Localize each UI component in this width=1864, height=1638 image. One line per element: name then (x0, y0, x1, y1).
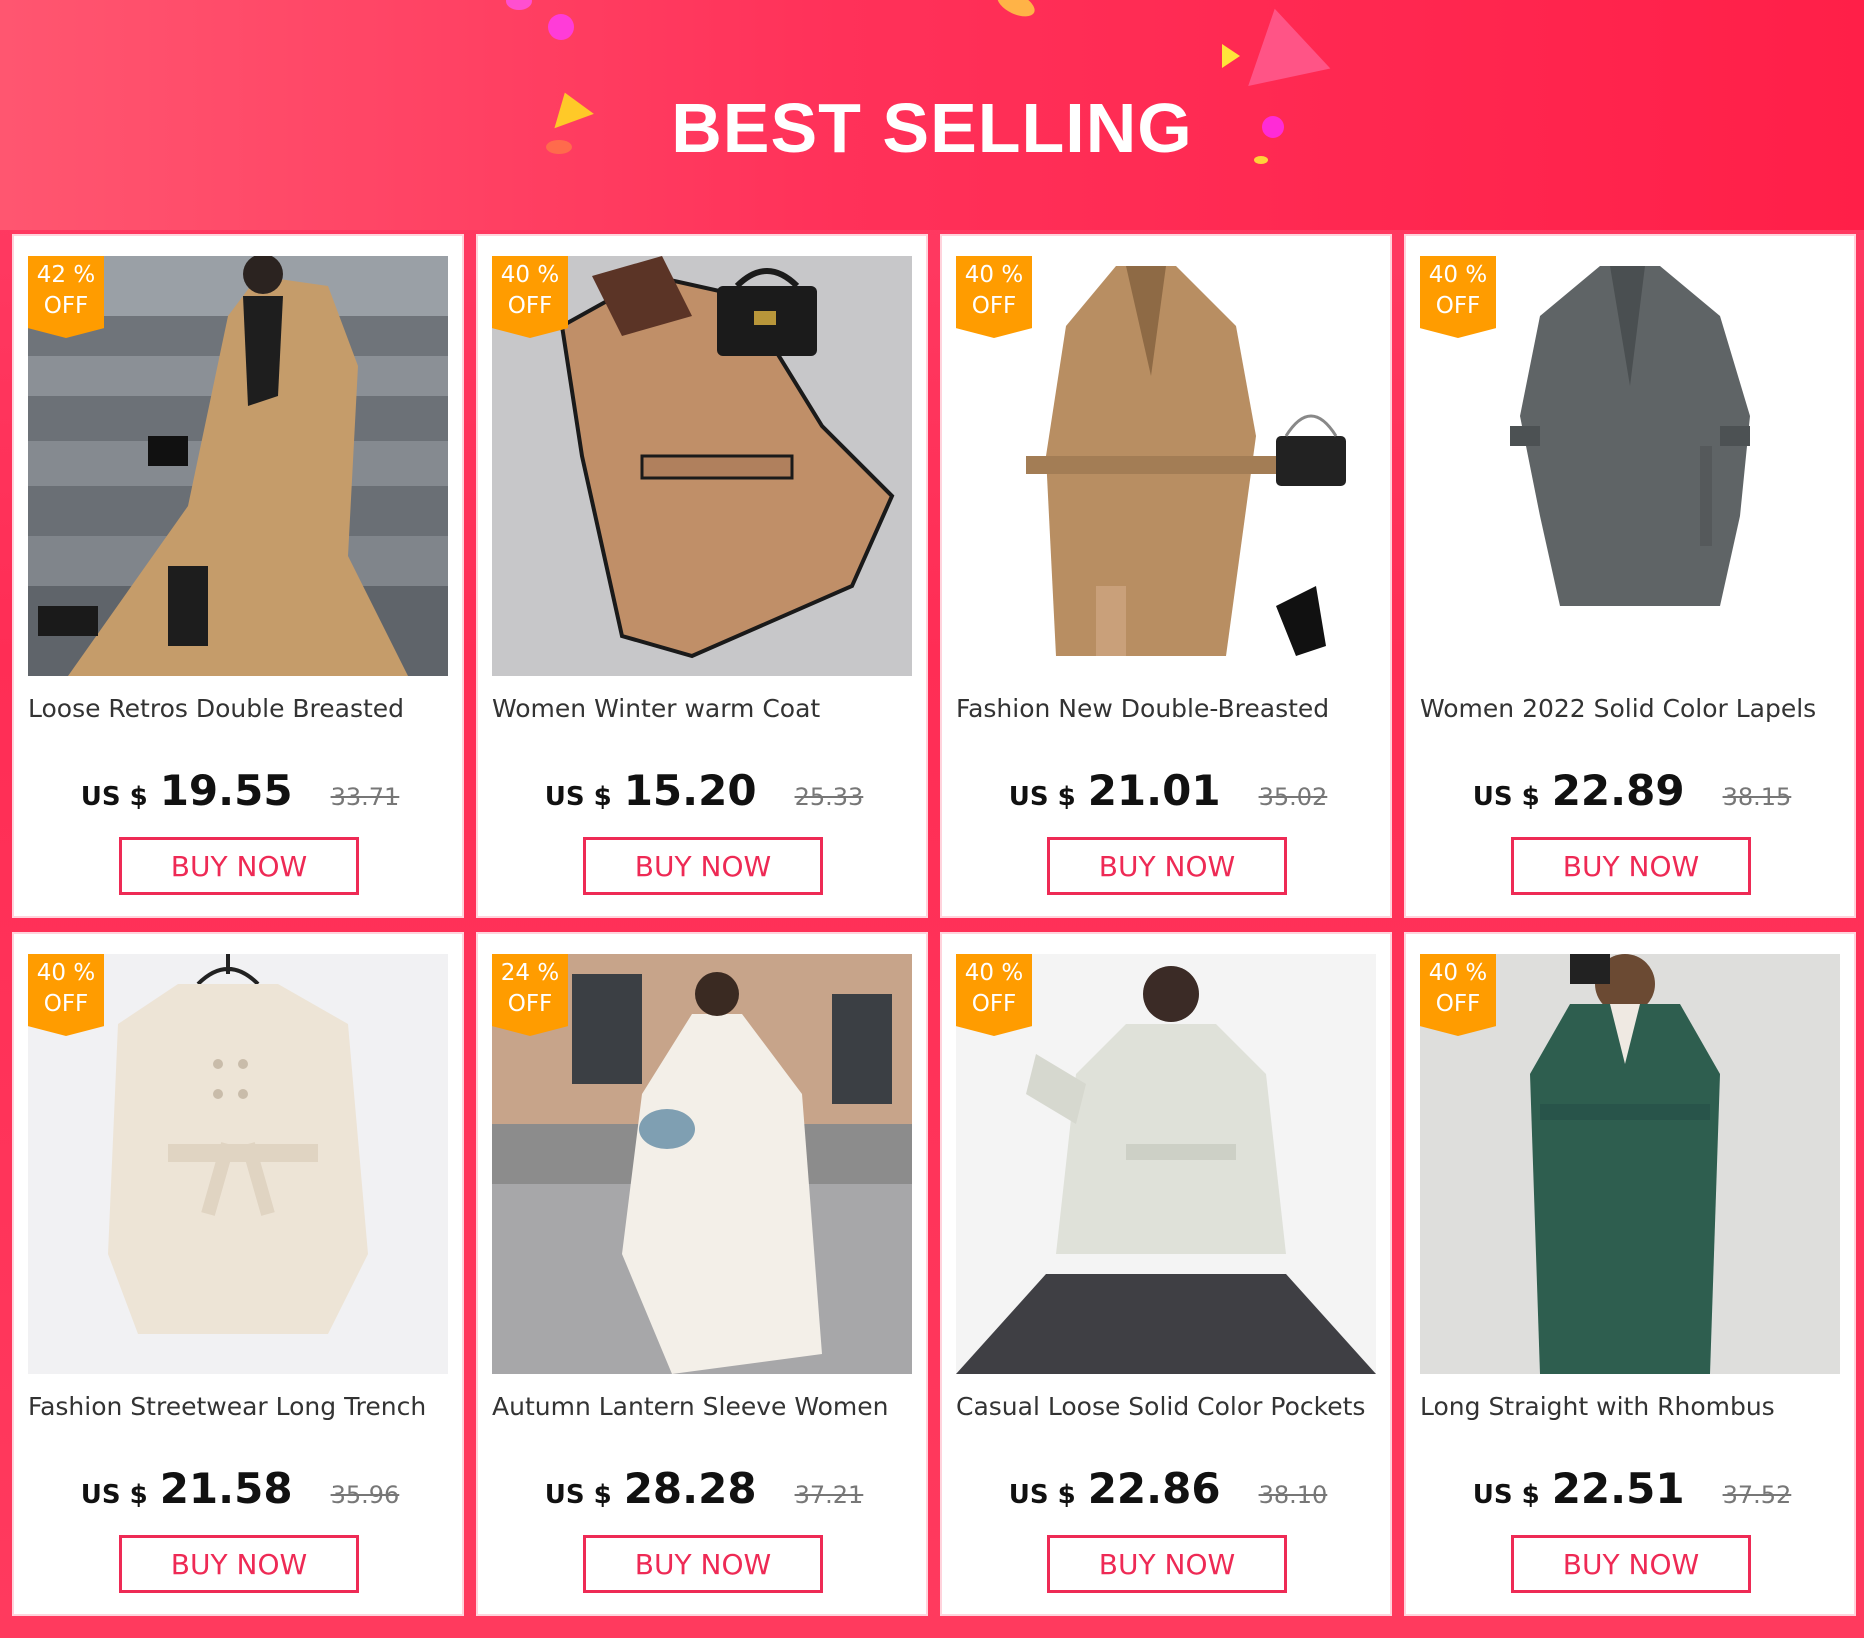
buy-now-button[interactable]: BUY NOW (119, 1535, 359, 1593)
original-price: 35.96 (330, 1481, 400, 1509)
discount-off-label: OFF (971, 991, 1017, 1017)
product-card[interactable]: 42 % OFF Loose Retros Double Breasted US… (12, 234, 464, 918)
discount-percent: 42 % (36, 262, 96, 288)
discount-off-label: OFF (507, 991, 553, 1017)
original-price: 25.33 (794, 783, 864, 811)
product-card[interactable]: 40 % OFF Women Winter warm Coat US $ 15.2… (476, 234, 928, 918)
original-price: 35.02 (1258, 783, 1328, 811)
confetti-decoration (1233, 0, 1331, 86)
price-row: US $ 21.01 35.02 (942, 766, 1394, 826)
original-price: 38.10 (1258, 1481, 1328, 1509)
confetti-decoration (1222, 44, 1240, 68)
product-grid: 42 % OFF Loose Retros Double Breasted US… (12, 234, 1856, 1616)
original-price: 37.21 (794, 1481, 864, 1509)
confetti-decoration (548, 14, 574, 40)
discount-percent: 40 % (500, 262, 560, 288)
sale-price: 15.20 (623, 766, 757, 815)
sale-price: 28.28 (623, 1464, 757, 1513)
sale-price: 22.51 (1551, 1464, 1685, 1513)
product-card[interactable]: 24 % OFF Autumn Lantern Sleeve Women US … (476, 932, 928, 1616)
discount-off-label: OFF (1435, 991, 1481, 1017)
discount-badge: 40 % OFF (492, 256, 568, 338)
price-row: US $ 19.55 33.71 (14, 766, 466, 826)
product-title[interactable]: Casual Loose Solid Color Pockets (956, 1392, 1380, 1421)
discount-percent: 24 % (500, 960, 560, 986)
currency-label: US $ (80, 1480, 148, 1510)
product-card[interactable]: 40 % OFF Women 2022 Solid Color Lapels U… (1404, 234, 1856, 918)
product-title[interactable]: Women 2022 Solid Color Lapels (1420, 694, 1844, 723)
product-title[interactable]: Women Winter warm Coat (492, 694, 916, 723)
currency-label: US $ (1008, 782, 1076, 812)
discount-percent: 40 % (964, 960, 1024, 986)
currency-label: US $ (1472, 782, 1540, 812)
discount-off-label: OFF (971, 293, 1017, 319)
product-card[interactable]: 40 % OFF Fashion New Double-Breasted US … (940, 234, 1392, 918)
sale-price: 22.89 (1551, 766, 1685, 815)
sale-price: 21.58 (159, 1464, 293, 1513)
currency-label: US $ (1472, 1480, 1540, 1510)
buy-now-button[interactable]: BUY NOW (583, 1535, 823, 1593)
currency-label: US $ (544, 1480, 612, 1510)
discount-badge: 40 % OFF (28, 954, 104, 1036)
confetti-decoration (993, 0, 1039, 22)
sale-price: 19.55 (159, 766, 293, 815)
product-card[interactable]: 40 % OFF Fashion Streetwear Long Trench … (12, 932, 464, 1616)
currency-label: US $ (80, 782, 148, 812)
best-selling-banner: BEST SELLING (0, 0, 1864, 230)
discount-percent: 40 % (1428, 262, 1488, 288)
currency-label: US $ (1008, 1480, 1076, 1510)
product-card[interactable]: 40 % OFF Casual Loose Solid Color Pocket… (940, 932, 1392, 1616)
product-title[interactable]: Autumn Lantern Sleeve Women (492, 1392, 916, 1421)
buy-now-button[interactable]: BUY NOW (1047, 837, 1287, 895)
product-title[interactable]: Fashion Streetwear Long Trench (28, 1392, 452, 1421)
product-title[interactable]: Fashion New Double-Breasted (956, 694, 1380, 723)
buy-now-button[interactable]: BUY NOW (583, 837, 823, 895)
price-row: US $ 28.28 37.21 (478, 1464, 930, 1524)
original-price: 38.15 (1722, 783, 1792, 811)
discount-percent: 40 % (1428, 960, 1488, 986)
price-row: US $ 22.86 38.10 (942, 1464, 1394, 1524)
discount-percent: 40 % (964, 262, 1024, 288)
currency-label: US $ (544, 782, 612, 812)
buy-now-button[interactable]: BUY NOW (1511, 1535, 1751, 1593)
discount-badge: 42 % OFF (28, 256, 104, 338)
original-price: 37.52 (1722, 1481, 1792, 1509)
discount-percent: 40 % (36, 960, 96, 986)
discount-off-label: OFF (507, 293, 553, 319)
page-title: BEST SELLING (671, 89, 1193, 167)
buy-now-button[interactable]: BUY NOW (119, 837, 359, 895)
discount-badge: 24 % OFF (492, 954, 568, 1036)
confetti-decoration (506, 0, 532, 10)
product-card[interactable]: 40 % OFF Long Straight with Rhombus US $… (1404, 932, 1856, 1616)
price-row: US $ 15.20 25.33 (478, 766, 930, 826)
product-title[interactable]: Loose Retros Double Breasted (28, 694, 452, 723)
original-price: 33.71 (330, 783, 400, 811)
discount-badge: 40 % OFF (956, 954, 1032, 1036)
discount-off-label: OFF (43, 293, 89, 319)
price-row: US $ 22.89 38.15 (1406, 766, 1858, 826)
buy-now-button[interactable]: BUY NOW (1511, 837, 1751, 895)
discount-badge: 40 % OFF (1420, 954, 1496, 1036)
price-row: US $ 21.58 35.96 (14, 1464, 466, 1524)
discount-badge: 40 % OFF (956, 256, 1032, 338)
discount-badge: 40 % OFF (1420, 256, 1496, 338)
price-row: US $ 22.51 37.52 (1406, 1464, 1858, 1524)
buy-now-button[interactable]: BUY NOW (1047, 1535, 1287, 1593)
discount-off-label: OFF (43, 991, 89, 1017)
sale-price: 22.86 (1087, 1464, 1221, 1513)
discount-off-label: OFF (1435, 293, 1481, 319)
sale-price: 21.01 (1087, 766, 1221, 815)
product-title[interactable]: Long Straight with Rhombus (1420, 1392, 1844, 1421)
